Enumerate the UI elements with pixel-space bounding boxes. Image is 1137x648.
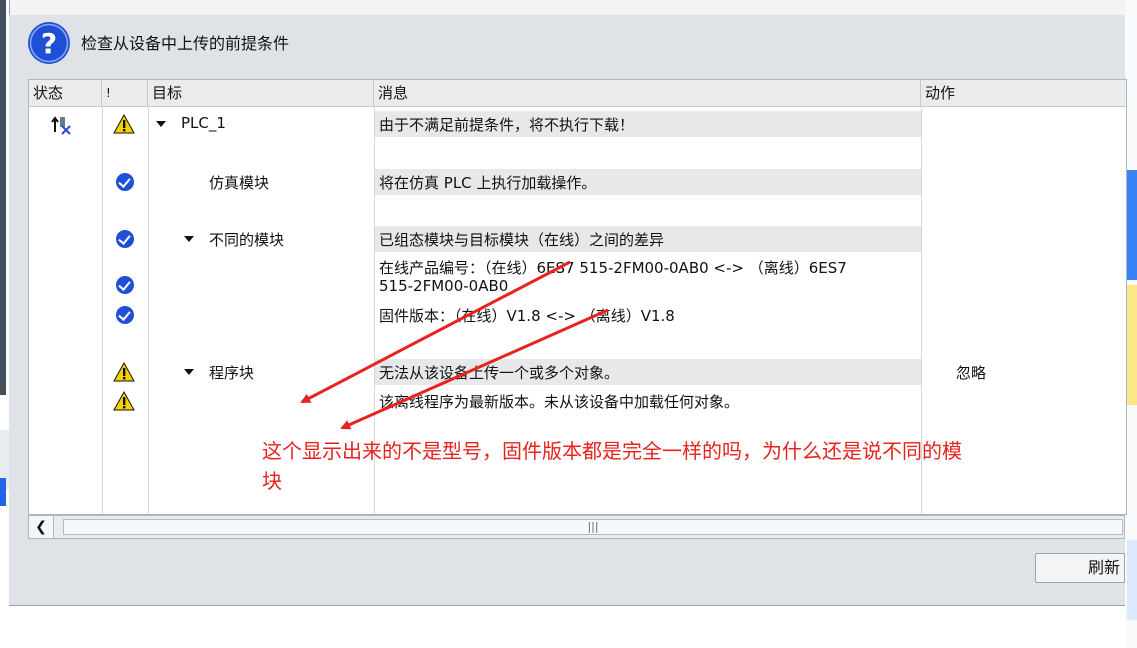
warning-icon	[113, 362, 135, 382]
table-row[interactable]: 程序块 无法从该设备上传一个或多个对象。 忽略	[29, 359, 1126, 385]
table-row[interactable]: 在线产品编号：（在线）6ES7 515-2FM00-0AB0 <-> （离线）6…	[29, 256, 1126, 298]
table-row[interactable]: 不同的模块 已组态模块与目标模块（在线）之间的差异	[29, 226, 1126, 252]
column-header-action[interactable]: 动作	[921, 80, 1126, 106]
scrollbar-thumb[interactable]: |||	[63, 519, 1123, 535]
warning-icon	[113, 391, 135, 411]
message-text: 已组态模块与目标模块（在线）之间的差异	[379, 231, 665, 249]
annotation-text: 这个显示出来的不是型号，固件版本都是完全一样的吗，为什么还是说不同的模 块	[262, 436, 1122, 496]
message-text: 该离线程序为最新版本。未从该设备中加载任何对象。	[379, 393, 740, 411]
message-text: 固件版本：（在线）V1.8 <-> （离线）V1.8	[379, 307, 675, 325]
check-icon	[116, 306, 134, 324]
table-row[interactable]: 该离线程序为最新版本。未从该设备中加载任何对象。	[29, 388, 1126, 414]
column-header-message[interactable]: 消息	[374, 80, 921, 106]
check-icon	[116, 230, 134, 248]
table-row[interactable]: 仿真模块 将在仿真 PLC 上执行加载操作。	[29, 169, 1126, 195]
target-label: 仿真模块	[209, 174, 270, 192]
target-label: 程序块	[209, 364, 255, 382]
column-header-status[interactable]: 状态	[29, 80, 102, 106]
warning-icon	[113, 114, 135, 134]
background-panel	[0, 0, 6, 395]
refresh-button[interactable]: 刷新	[1035, 553, 1125, 583]
upload-error-icon	[51, 116, 71, 135]
horizontal-scrollbar[interactable]: ❮ |||	[28, 515, 1125, 539]
table-row[interactable]: PLC_1 由于不满足前提条件，将不执行下载！	[29, 111, 1126, 137]
scroll-left-button[interactable]: ❮	[29, 516, 54, 538]
message-text-continued: 515-2FM00-0AB0	[379, 277, 509, 295]
background-panel	[1127, 540, 1137, 620]
action-select[interactable]: 忽略	[956, 362, 986, 383]
dialog-header: ? 检查从设备中上传的前提条件	[9, 15, 1125, 67]
background-area	[0, 606, 1125, 648]
upload-preconditions-dialog: ? 检查从设备中上传的前提条件 状态 ! 目标 消息 动作 PLC_1 由于不满…	[9, 15, 1127, 606]
message-text: 由于不满足前提条件，将不执行下载！	[379, 116, 635, 134]
check-icon	[116, 173, 134, 191]
table-header: 状态 ! 目标 消息 动作	[29, 80, 1126, 107]
message-text: 在线产品编号：（在线）6ES7 515-2FM00-0AB0 <-> （离线）6…	[379, 259, 847, 277]
expand-caret-icon[interactable]	[184, 236, 194, 242]
target-label: PLC_1	[181, 114, 226, 132]
column-header-target[interactable]: 目标	[148, 80, 374, 106]
check-icon	[116, 276, 134, 294]
svg-text:?: ?	[41, 27, 57, 60]
message-text: 无法从该设备上传一个或多个对象。	[379, 364, 620, 382]
annotation-line: 块	[262, 469, 282, 493]
background-panel	[0, 478, 6, 506]
expand-caret-icon[interactable]	[156, 121, 166, 127]
expand-caret-icon[interactable]	[184, 369, 194, 375]
annotation-line: 这个显示出来的不是型号，固件版本都是完全一样的吗，为什么还是说不同的模	[262, 439, 962, 463]
question-icon: ?	[28, 22, 70, 64]
dialog-title: 检查从设备中上传的前提条件	[81, 34, 290, 53]
column-header-flag[interactable]: !	[102, 80, 148, 106]
table-row[interactable]: 固件版本：（在线）V1.8 <-> （离线）V1.8	[29, 302, 1126, 328]
target-label: 不同的模块	[209, 231, 285, 249]
message-text: 将在仿真 PLC 上执行加载操作。	[379, 174, 597, 192]
